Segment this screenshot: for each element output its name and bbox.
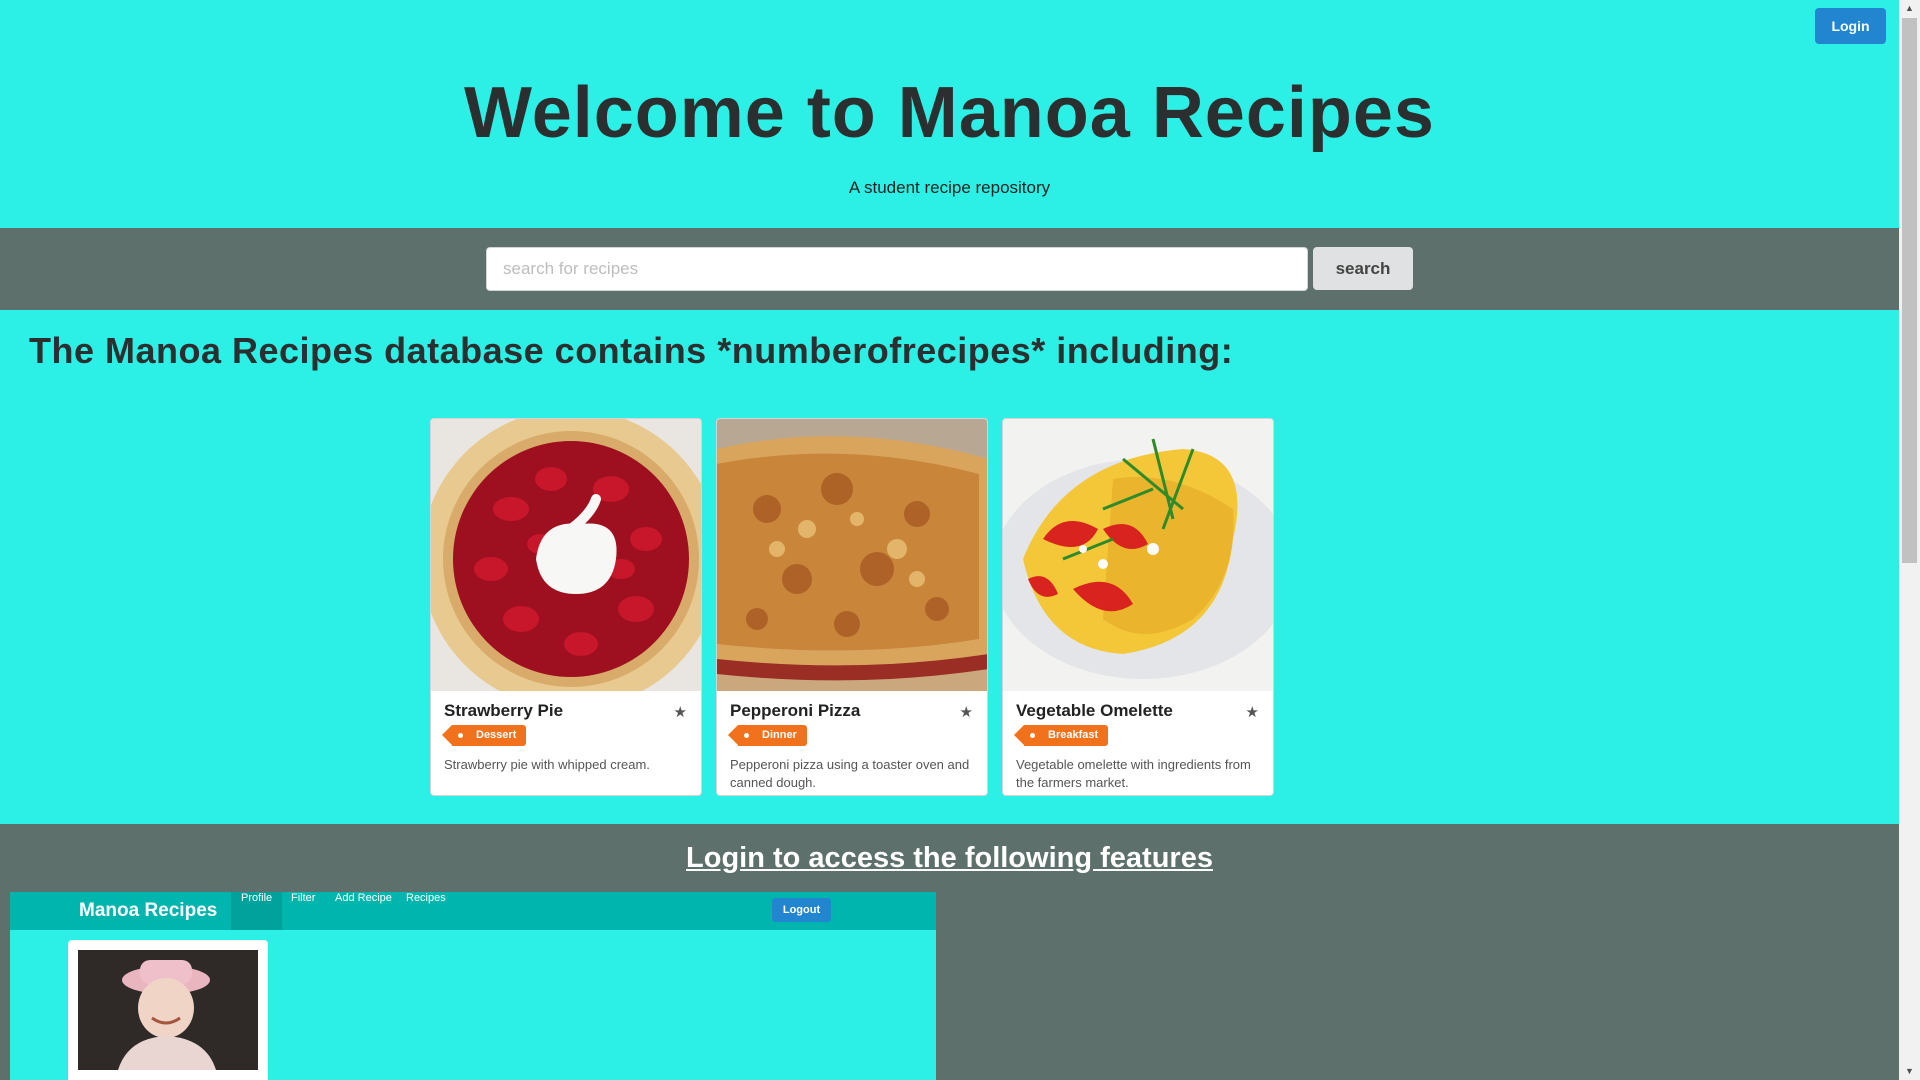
- page-subtitle: A student recipe repository: [848, 178, 1051, 197]
- recipe-tag: Dinner: [728, 725, 807, 746]
- arrow-up-icon[interactable]: ▲: [1899, 0, 1920, 17]
- recipe-image-pepperoni-pizza: [717, 419, 987, 691]
- features-section: Login to access the following features M…: [0, 824, 1899, 1080]
- profile-photo: [78, 950, 258, 1070]
- star-icon[interactable]: ★: [1246, 703, 1259, 721]
- recipe-tag: Breakfast: [1013, 725, 1109, 746]
- preview-tab-add-recipe: Add Recipe: [335, 892, 392, 904]
- recipe-title: Pepperoni Pizza: [730, 701, 861, 720]
- recipe-tag: Dessert: [441, 725, 527, 746]
- search-input[interactable]: [486, 247, 1308, 291]
- hero: Welcome to Manoa Recipes A student recip…: [0, 0, 1899, 228]
- login-features-link[interactable]: Login to access the following features: [0, 842, 1899, 875]
- search-bar: search: [0, 228, 1899, 310]
- recipe-card[interactable]: Pepperoni Pizza ★ Dinner Pepperoni pizza…: [716, 418, 988, 796]
- login-button[interactable]: Login: [1815, 8, 1886, 44]
- preview-navbar: Manoa Recipes Profile Filter Add Recipe …: [10, 892, 936, 930]
- recipe-description: Vegetable omelette with ingredients from…: [1016, 757, 1251, 790]
- search-button[interactable]: search: [1313, 247, 1413, 290]
- page-title: Welcome to Manoa Recipes: [464, 73, 1435, 153]
- preview-tab-profile: Profile: [231, 892, 283, 930]
- recipe-card[interactable]: Strawberry Pie ★ Dessert Strawberry pie …: [430, 418, 702, 796]
- star-icon[interactable]: ★: [674, 703, 687, 721]
- recipe-title: Vegetable Omelette: [1016, 701, 1173, 720]
- preview-tab-filter: Filter: [291, 892, 316, 904]
- scrollbar-thumb[interactable]: [1902, 18, 1917, 563]
- recipe-image-vegetable-omelette: [1003, 419, 1273, 691]
- preview-logout-button: Logout: [772, 898, 831, 922]
- recipe-card[interactable]: Vegetable Omelette ★ Breakfast Vegetable…: [1002, 418, 1274, 796]
- page: Welcome to Manoa Recipes A student recip…: [0, 0, 1899, 1080]
- star-icon[interactable]: ★: [960, 703, 973, 721]
- recipe-description: Strawberry pie with whipped cream.: [444, 757, 650, 772]
- preview-tab-recipes: Recipes: [406, 892, 446, 904]
- features-preview-screenshot: Manoa Recipes Profile Filter Add Recipe …: [10, 892, 936, 1080]
- scrollbar[interactable]: ▲ ▼: [1899, 0, 1920, 1080]
- database-heading: The Manoa Recipes database contains *num…: [29, 330, 1234, 371]
- arrow-down-icon[interactable]: ▼: [1899, 1063, 1920, 1080]
- recipe-description: Pepperoni pizza using a toaster oven and…: [730, 757, 970, 790]
- recipe-image-strawberry-pie: [431, 419, 701, 691]
- preview-brand: Manoa Recipes: [79, 900, 218, 921]
- recipe-title: Strawberry Pie: [444, 701, 564, 720]
- preview-profile-card: [68, 940, 268, 1080]
